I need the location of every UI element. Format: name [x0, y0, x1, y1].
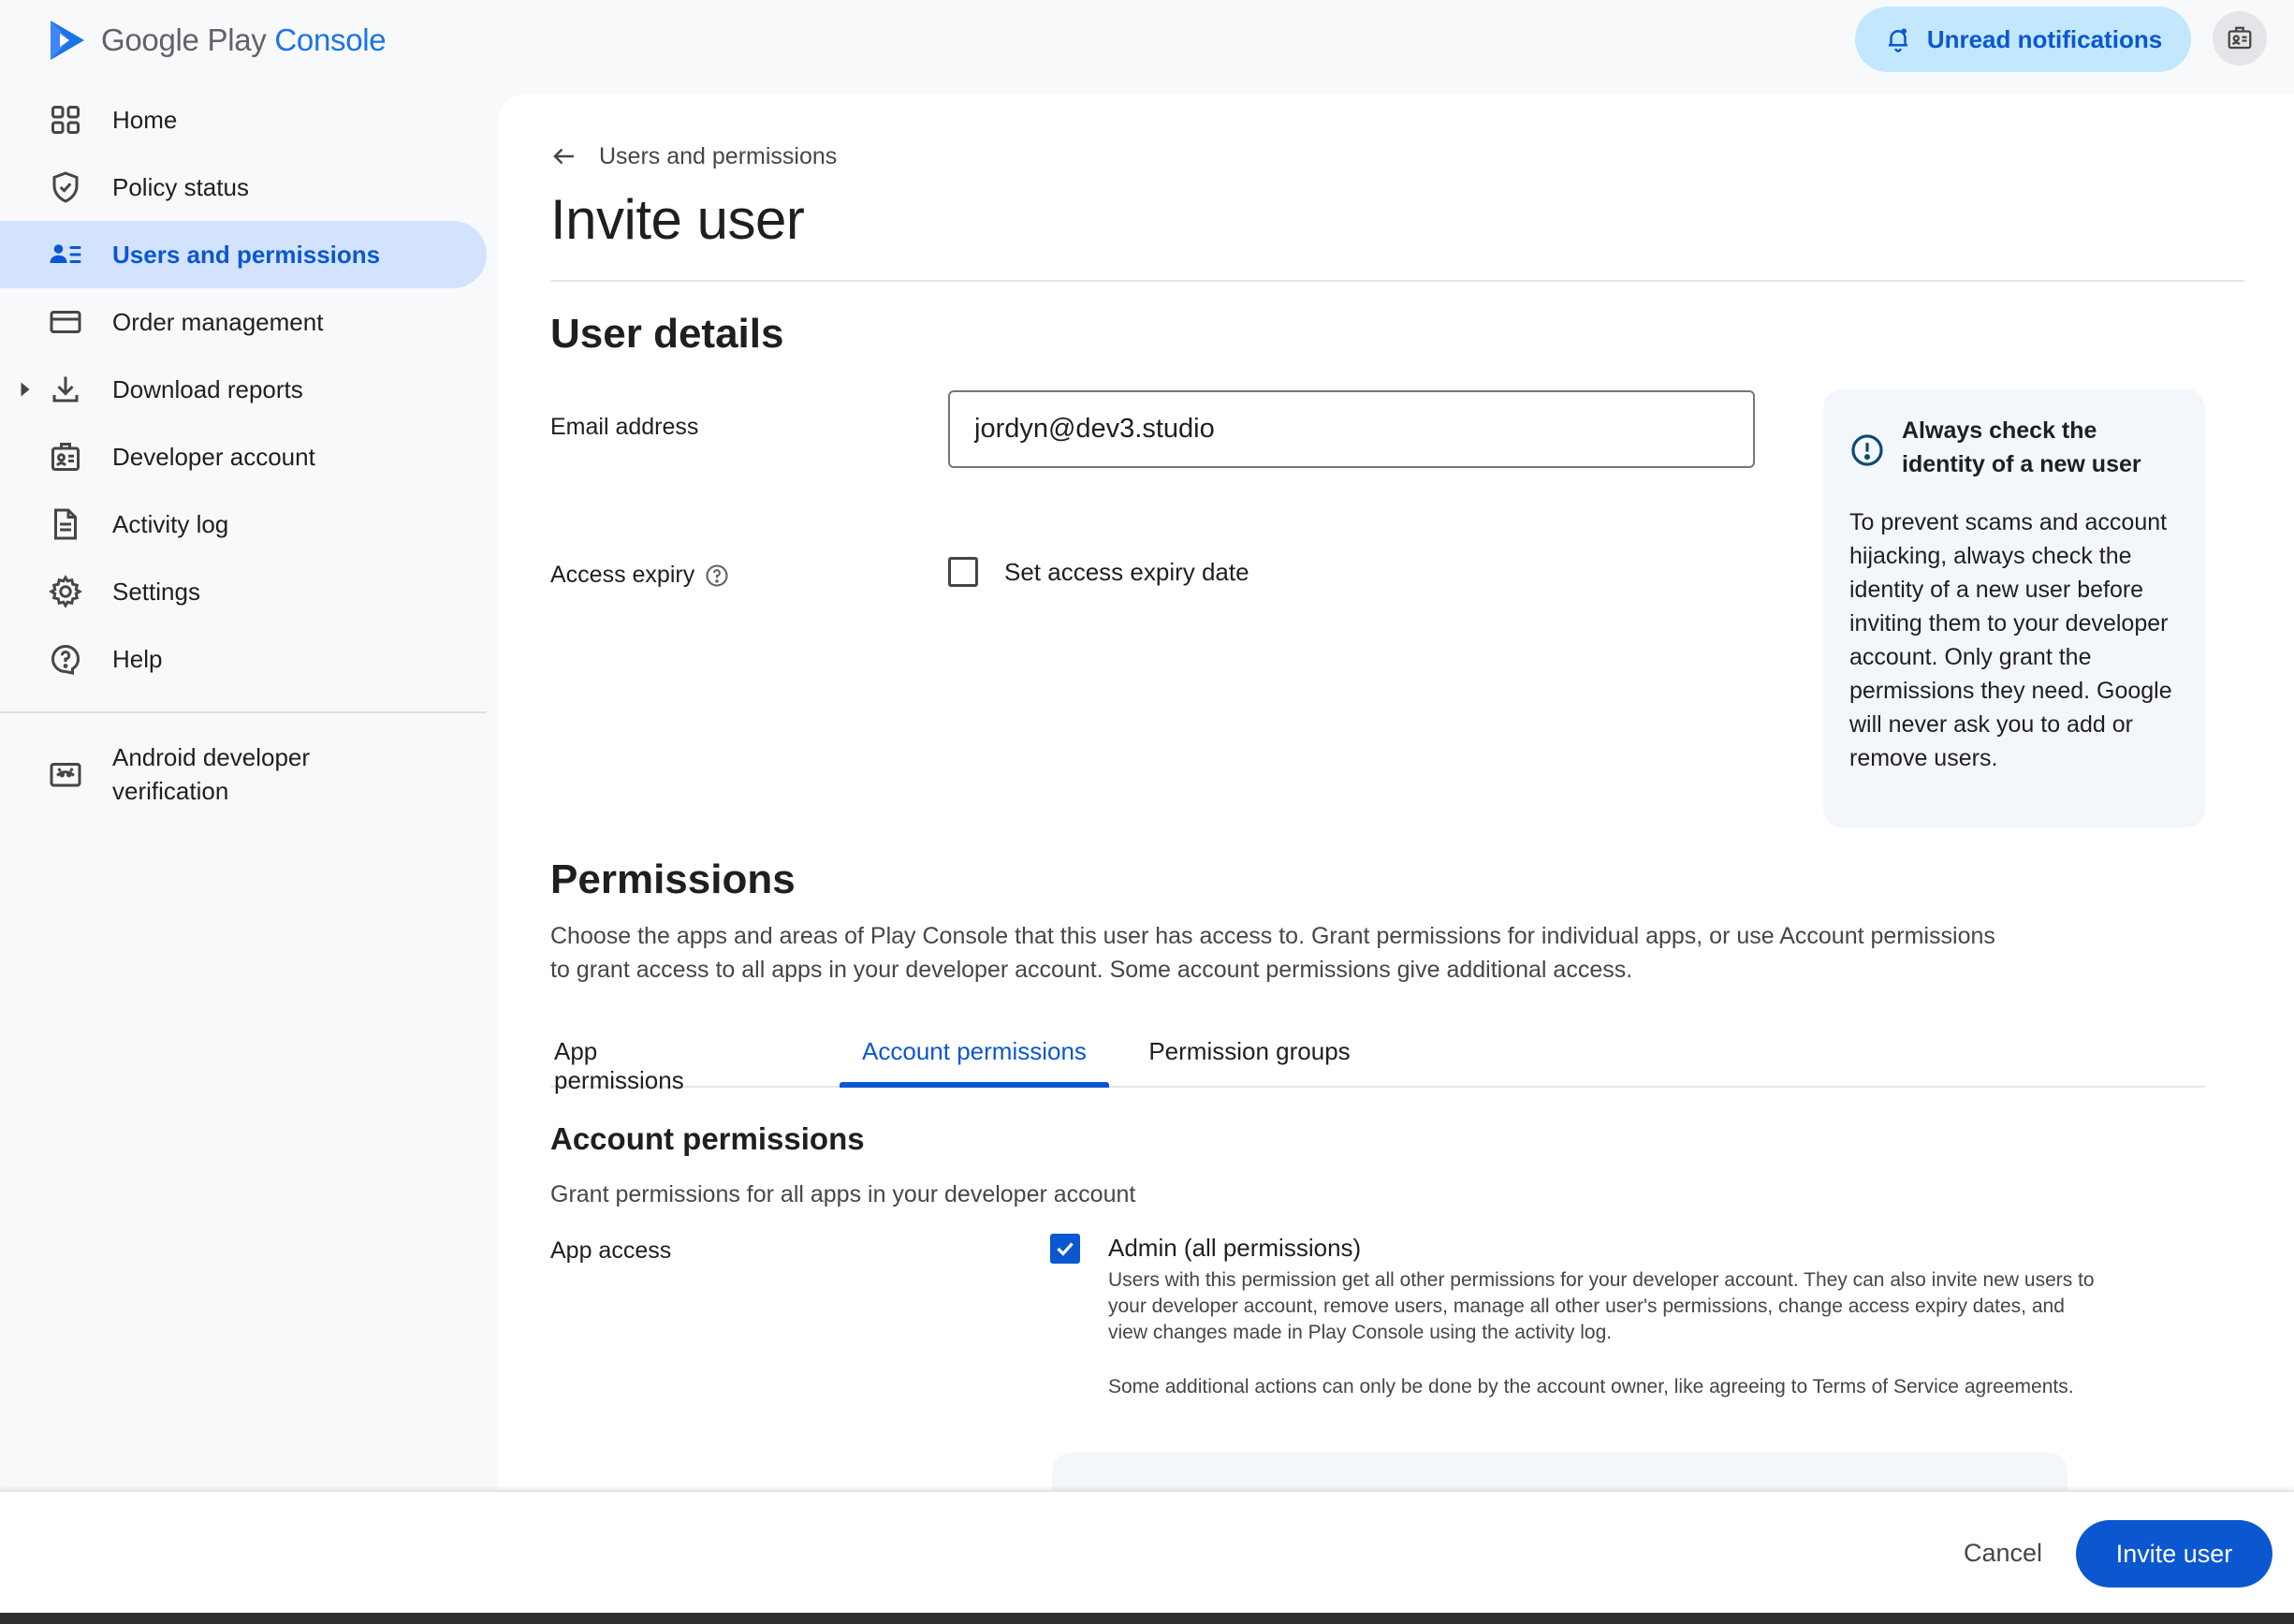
app-access-label: App access — [550, 1237, 672, 1264]
check-icon — [1057, 1242, 1074, 1256]
sidebar-item-developer-account[interactable]: Developer account — [0, 423, 496, 490]
account-permissions-title: Account permissions — [550, 1121, 865, 1156]
breadcrumb[interactable]: Users and permissions — [550, 142, 837, 170]
sidebar-item-label: Order management — [112, 307, 324, 336]
tab-account-permissions[interactable]: Account permissions — [840, 1030, 1109, 1088]
sidebar-item-settings[interactable]: Settings — [0, 558, 496, 625]
download-icon — [49, 373, 82, 406]
sidebar-item-label: Settings — [112, 577, 200, 606]
bell-icon — [1888, 28, 1907, 52]
sidebar-item-label: Android developer verification — [112, 743, 311, 805]
sidebar-item-label: Download reports — [112, 374, 303, 403]
info-body: To prevent scams and account hijacking, … — [1849, 509, 2172, 771]
sidebar-item-android-developer-verification[interactable]: Android developer verification — [0, 732, 496, 816]
access-expiry-label: Access expiry — [550, 562, 730, 589]
permissions-description: Choose the apps and areas of Play Consol… — [550, 923, 1995, 983]
sidebar-item-policy-status[interactable]: Policy status — [0, 154, 496, 221]
sidebar-item-label: Activity log — [112, 509, 229, 538]
email-input[interactable] — [948, 390, 1755, 468]
help-circle-icon[interactable] — [704, 563, 730, 589]
arrow-back-icon[interactable] — [550, 142, 578, 170]
admin-checkbox-row[interactable] — [1050, 1234, 1080, 1264]
document-icon — [49, 507, 82, 541]
tab-app-permissions[interactable]: App permissions — [554, 1030, 721, 1094]
sidebar-item-order-management[interactable]: Order management — [0, 288, 496, 356]
sidebar-item-label: Home — [112, 105, 178, 134]
account-button[interactable] — [2213, 11, 2267, 66]
sidebar-item-label: Help — [112, 644, 163, 673]
cancel-button[interactable]: Cancel — [1942, 1520, 2064, 1586]
sidebar-nav: Home Policy status Users and permissions… — [0, 86, 496, 816]
sidebar-item-label: Policy status — [112, 172, 249, 201]
invite-user-button[interactable]: Invite user — [2076, 1520, 2272, 1587]
admin-checkbox[interactable] — [1050, 1234, 1080, 1264]
sidebar-item-download-reports[interactable]: Download reports — [0, 356, 496, 423]
email-label: Email address — [550, 414, 699, 440]
play-console-logo[interactable]: Google Play Console — [47, 17, 387, 64]
sidebar-item-help[interactable]: Help — [0, 625, 496, 693]
sidebar-item-home[interactable]: Home — [0, 86, 496, 154]
sidebar-item-users-and-permissions[interactable]: Users and permissions — [0, 221, 487, 288]
page-title: Invite user — [550, 188, 805, 251]
sidebar-divider — [0, 711, 487, 713]
admin-description: Users with this permission get all other… — [1108, 1269, 2095, 1343]
main-content: Users and permissions Invite user User d… — [498, 94, 2294, 1509]
alert-circle-icon — [1851, 434, 1883, 466]
identity-info-box: Always check the identity of a new user … — [1823, 389, 2205, 827]
permission-tabs: App permissions Account permissions Perm… — [550, 1030, 2205, 1094]
sidebar-item-label: Users and permissions — [112, 240, 381, 269]
action-bar: Cancel Invite user — [0, 1490, 2294, 1613]
id-badge-icon — [49, 440, 82, 474]
title-divider — [550, 280, 2244, 282]
android-icon — [49, 757, 82, 791]
account-permissions-desc: Grant permissions for all apps in your d… — [550, 1181, 1136, 1207]
grid-icon — [49, 103, 82, 137]
credit-card-icon — [49, 305, 82, 339]
notifications-label: Unread notifications — [1926, 24, 2163, 53]
set-expiry-checkbox[interactable] — [948, 557, 978, 587]
admin-additional-note: Some additional actions can only be done… — [1108, 1376, 2074, 1397]
permissions-title: Permissions — [550, 856, 796, 902]
sidebar-item-label: Developer account — [112, 442, 315, 471]
tab-permission-groups[interactable]: Permission groups — [1138, 1030, 1361, 1086]
caret-right-icon[interactable] — [17, 381, 34, 398]
id-badge-icon — [2228, 26, 2252, 50]
shield-icon — [49, 170, 82, 204]
breadcrumb-label[interactable]: Users and permissions — [599, 143, 837, 170]
window-bottom-edge — [0, 1613, 2294, 1624]
logo-text: Google Play Console — [101, 22, 387, 57]
info-title: Always check the identity of a new user — [1902, 417, 2141, 477]
gear-icon — [49, 575, 82, 608]
unread-notifications-button[interactable]: Unread notifications — [1855, 7, 2191, 72]
set-expiry-label: Set access expiry date — [1004, 557, 1249, 586]
help-icon — [49, 642, 82, 676]
users-icon — [49, 238, 82, 271]
set-expiry-row[interactable]: Set access expiry date — [948, 557, 1249, 587]
sidebar-item-activity-log[interactable]: Activity log — [0, 490, 496, 558]
play-console-logo-icon — [51, 21, 84, 60]
user-details-title: User details — [550, 311, 784, 357]
admin-label: Admin (all permissions) — [1108, 1234, 1362, 1262]
